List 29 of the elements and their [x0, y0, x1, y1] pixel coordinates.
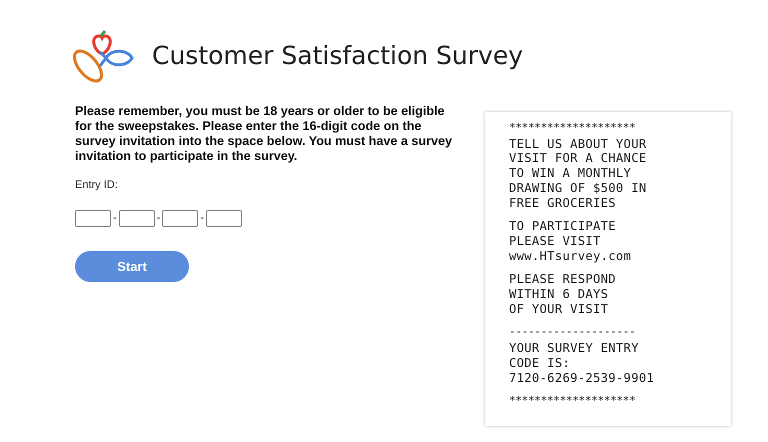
receipt-rule-text: -------------------- [509, 325, 636, 340]
entry-id-field[interactable] [206, 210, 242, 227]
receipt-line: VISIT FOR A CHANCE [509, 151, 648, 166]
receipt-line: TO PARTICIPATE [509, 219, 617, 234]
entry-id-field[interactable] [75, 210, 111, 227]
separator-dash: - [112, 211, 118, 226]
receipt-rule-text: ******************** [509, 394, 636, 409]
receipt-line: TELL US ABOUT YOUR [509, 136, 648, 152]
receipt-line: 7120-6269-2539-9901 [509, 370, 656, 386]
receipt-line: DRAWING OF $500 IN [509, 180, 648, 196]
logo-icon [72, 28, 136, 84]
receipt-line: PLEASE RESPOND [509, 272, 617, 288]
separator-dash: - [156, 211, 162, 226]
entry-id-field[interactable] [118, 210, 155, 227]
receipt-line: WITHIN 6 DAYS [509, 287, 610, 302]
receipt-line: OF YOUR VISIT [509, 302, 610, 316]
receipt-line: TO WIN A MONTHLY [509, 166, 632, 181]
receipt-line: CODE IS: [509, 356, 572, 371]
receipt-line: YOUR SURVEY ENTRY [509, 341, 640, 356]
entry-id-field[interactable] [162, 210, 198, 227]
receipt-line: FREE GROCERIES [509, 196, 617, 210]
start-button[interactable]: Start [75, 250, 189, 282]
receipt-line: www.HTsurvey.com [509, 248, 632, 264]
receipt-line: PLEASE VISIT [509, 234, 602, 249]
entry-id-label: Entry ID: [75, 178, 119, 194]
page-title: Customer Satisfaction Survey [152, 41, 524, 71]
instructions-text: Please remember, you must be 18 years or older to be eligible for the sweepstakes. Please enter the 16-digit code on the survey invitation into the space below. You must have a survey invitation to participate in the survey. [75, 104, 453, 164]
separator-dash: - [199, 211, 206, 226]
receipt-rule-text: ******************** [509, 121, 636, 136]
